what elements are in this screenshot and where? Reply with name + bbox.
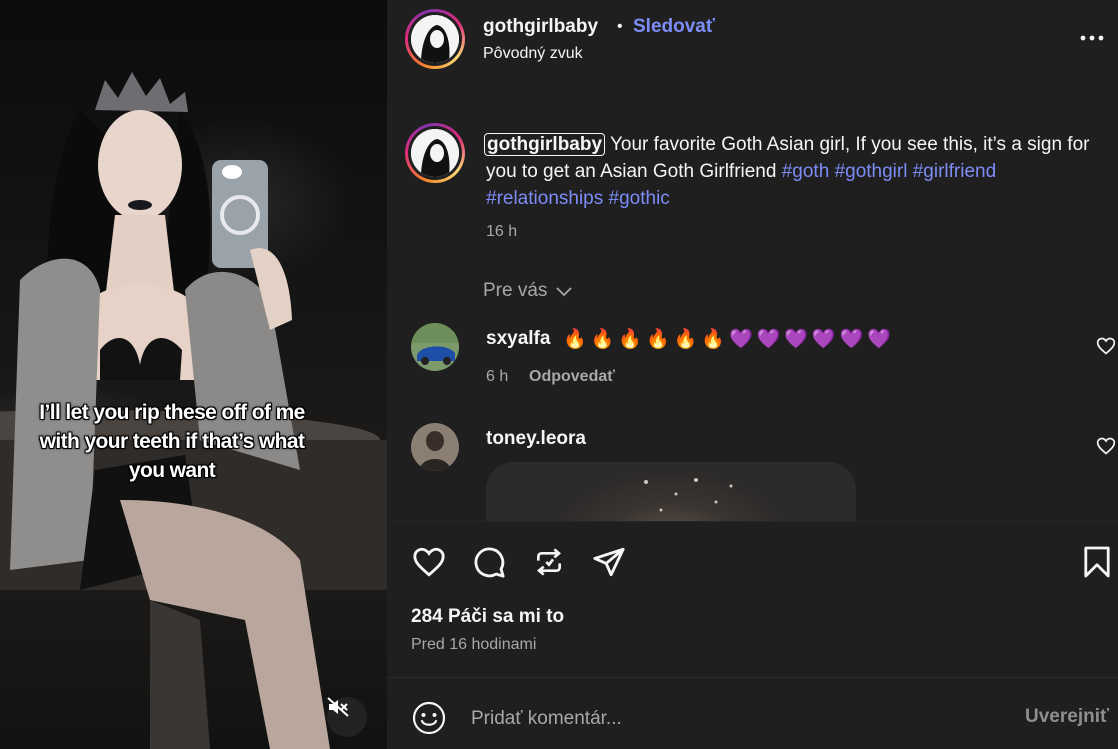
more-horizontal-icon xyxy=(1080,35,1104,41)
hashtag[interactable]: #girlfriend xyxy=(913,161,996,182)
comment-text: 🔥🔥🔥🔥🔥🔥💜💜💜💜💜💜 xyxy=(563,329,895,350)
post-photo xyxy=(0,72,387,749)
comment-like-button[interactable] xyxy=(1096,436,1116,456)
caption-timestamp[interactable]: 16 h xyxy=(486,223,517,241)
separator-dot: • xyxy=(617,18,623,35)
mute-button[interactable] xyxy=(327,697,367,737)
emoji-button[interactable] xyxy=(411,700,447,736)
comment-composer: Uverejniť xyxy=(387,677,1118,749)
comment-username[interactable]: toney.leora xyxy=(486,428,586,450)
reply-button[interactable]: Odpovedať xyxy=(529,368,615,386)
commenter-avatar[interactable] xyxy=(411,423,459,471)
media-overlay-caption: I’ll let you rip these off of me with yo… xyxy=(39,401,305,482)
post-caption: gothgirlbaby Your favorite Goth Asian gi… xyxy=(484,131,1106,212)
avatar-illustration xyxy=(411,129,459,177)
chevron-down-icon xyxy=(556,287,573,297)
author-username[interactable]: gothgirlbaby xyxy=(483,16,598,38)
bookmark-icon xyxy=(1084,546,1110,578)
comment-filter-dropdown[interactable]: Pre vás xyxy=(483,280,573,302)
like-button[interactable] xyxy=(409,542,449,582)
comments-list[interactable]: gothgirlbaby Your favorite Goth Asian gi… xyxy=(387,80,1118,521)
audio-label[interactable]: Pôvodný zvuk xyxy=(483,45,583,63)
avatar-illustration xyxy=(411,15,459,63)
post-header: gothgirlbaby • Sledovať Pôvodný zvuk xyxy=(387,0,1118,80)
like-count[interactable]: 284 Páči sa mi to xyxy=(411,606,564,628)
gif-sparkles xyxy=(644,478,733,512)
instagram-post-modal: I’ll let you rip these off of me with yo… xyxy=(0,0,1118,749)
hashtag[interactable]: #goth xyxy=(782,161,830,182)
caption-author-avatar[interactable] xyxy=(405,123,465,183)
commenter-avatar[interactable] xyxy=(411,323,459,371)
comment-username[interactable]: sxyalfa xyxy=(486,328,550,350)
post-media[interactable]: I’ll let you rip these off of me with yo… xyxy=(0,0,387,749)
car-photo xyxy=(411,323,459,371)
caption-username[interactable]: gothgirlbaby xyxy=(484,133,606,156)
heart-icon xyxy=(1096,437,1116,455)
post-side-panel: gothgirlbaby • Sledovať Pôvodný zvuk got… xyxy=(387,0,1118,749)
post-actions: 284 Páči sa mi to Pred 16 hodinami xyxy=(387,521,1118,676)
share-button[interactable] xyxy=(589,542,629,582)
repost-icon xyxy=(536,548,562,576)
more-options-button[interactable] xyxy=(1079,28,1105,48)
hashtag[interactable]: #gothgirl xyxy=(835,161,908,182)
heart-icon xyxy=(1096,337,1116,355)
comment-timestamp[interactable]: 6 h xyxy=(486,368,508,386)
follow-button[interactable]: Sledovať xyxy=(633,16,715,38)
author-avatar[interactable] xyxy=(405,9,465,69)
save-button[interactable] xyxy=(1077,542,1117,582)
post-comment-button[interactable]: Uverejniť xyxy=(1025,706,1109,728)
emoji-icon xyxy=(412,701,446,735)
comment-icon xyxy=(474,547,505,578)
heart-icon xyxy=(413,547,445,577)
comment-gif[interactable] xyxy=(486,462,856,521)
comment-filter-label: Pre vás xyxy=(483,280,548,301)
post-date[interactable]: Pred 16 hodinami xyxy=(411,636,536,654)
comment-like-button[interactable] xyxy=(1096,336,1116,356)
repost-button[interactable] xyxy=(529,542,569,582)
send-icon xyxy=(593,547,625,577)
comment-input[interactable] xyxy=(471,704,991,734)
hashtag[interactable]: #relationships xyxy=(486,188,603,209)
comment-button[interactable] xyxy=(469,542,509,582)
person-photo xyxy=(411,423,459,471)
speaker-muted-icon xyxy=(327,697,349,717)
hashtag[interactable]: #gothic xyxy=(609,188,670,209)
